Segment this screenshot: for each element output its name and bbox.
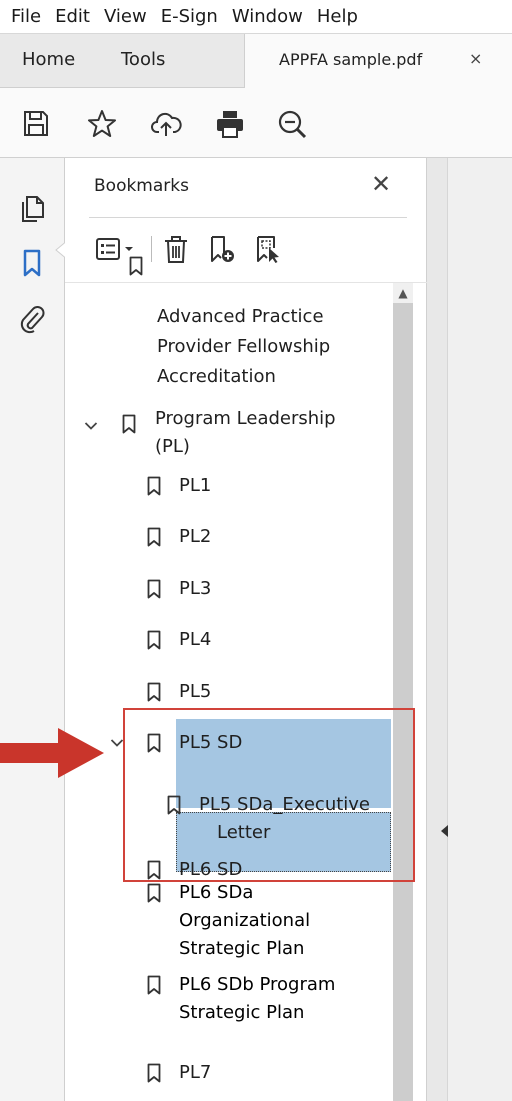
cloud-upload-icon[interactable] [150, 108, 182, 140]
panel-toolbar-divider [65, 282, 427, 283]
attachments-icon[interactable] [18, 304, 46, 334]
bookmark-icon [129, 256, 143, 276]
annotation-arrow-icon [0, 728, 104, 778]
bookmark-icon [147, 630, 161, 650]
bookmarks-icon[interactable] [18, 248, 46, 278]
menu-view[interactable]: View [97, 6, 154, 27]
toolbar-separator [151, 236, 152, 262]
bookmark-label: PL3 [179, 578, 212, 599]
bookmarks-scrollbar[interactable] [393, 283, 413, 1101]
save-icon[interactable] [20, 108, 52, 140]
bookmark-label: PL7 [179, 1062, 212, 1083]
navigation-rail [0, 158, 65, 1101]
bookmark-label: Letter [217, 822, 271, 843]
bookmark-icon [147, 579, 161, 599]
panel-collapse-strip[interactable] [427, 158, 448, 1101]
panel-divider [89, 217, 407, 218]
bookmark-label: Accreditation [157, 366, 276, 387]
zoom-out-icon[interactable] [276, 108, 308, 140]
bookmark-icon [147, 527, 161, 547]
tab-home[interactable]: Home [22, 49, 75, 70]
scroll-up-button[interactable]: ▲ [393, 283, 413, 303]
bookmark-label: PL6 SDb Program [179, 974, 336, 995]
bookmark-label: Advanced Practice [157, 306, 324, 327]
bookmark-label: Strategic Plan [179, 938, 305, 959]
menu-file[interactable]: File [4, 6, 48, 27]
print-icon[interactable] [214, 108, 246, 140]
bookmark-icon [147, 682, 161, 702]
menu-bar: File Edit View E-Sign Window Help [0, 0, 512, 34]
bookmark-icon [147, 1063, 161, 1083]
tab-document[interactable]: APPFA sample.pdf × [244, 34, 512, 88]
bookmark-label: Organizational [179, 910, 311, 931]
bookmark-label: PL1 [179, 475, 212, 496]
panel-close-button[interactable]: ✕ [371, 172, 391, 196]
bookmark-star-icon[interactable] [86, 108, 118, 140]
bookmark-icon [147, 476, 161, 496]
bookmark-label: PL6 SDa [179, 882, 254, 903]
tab-close-button[interactable]: × [469, 49, 482, 68]
bookmark-icon [147, 733, 161, 753]
bookmark-label: (PL) [155, 436, 190, 457]
menu-window[interactable]: Window [225, 6, 310, 27]
chevron-down-icon[interactable] [110, 738, 124, 748]
panel-title: Bookmarks [94, 176, 189, 196]
delete-bookmark-icon[interactable] [161, 234, 191, 264]
main-toolbar [0, 88, 512, 158]
menu-esign[interactable]: E-Sign [154, 6, 225, 27]
page-thumbnails-icon[interactable] [18, 194, 46, 224]
bookmarks-panel: Bookmarks ✕ ▲ Advanced Practice Provider… [65, 158, 427, 1101]
menu-edit[interactable]: Edit [48, 6, 97, 27]
bookmark-icon [147, 883, 161, 903]
bookmark-icon [147, 860, 161, 880]
new-bookmark-icon[interactable] [207, 234, 237, 264]
tab-document-label: APPFA sample.pdf [279, 50, 423, 69]
tab-bar: Home Tools APPFA sample.pdf × [0, 34, 512, 88]
bookmark-label: PL5 SD [179, 732, 243, 753]
tab-tools[interactable]: Tools [121, 49, 165, 70]
bookmark-label: PL2 [179, 526, 212, 547]
bookmark-label: Provider Fellowship [157, 336, 331, 357]
bookmark-label: PL5 [179, 681, 212, 702]
bookmark-label: PL5 SDa_Executive [199, 794, 371, 815]
bookmark-from-selection-icon[interactable] [253, 234, 283, 264]
bookmark-icon [122, 414, 136, 434]
chevron-down-icon[interactable] [84, 421, 98, 431]
menu-help[interactable]: Help [310, 6, 365, 27]
bookmark-icon [167, 795, 181, 815]
bookmark-label: PL4 [179, 629, 212, 650]
collapse-panel-arrow-icon[interactable] [441, 825, 448, 837]
bookmark-icon [147, 975, 161, 995]
bookmark-label: Strategic Plan [179, 1002, 305, 1023]
bookmark-label: Program Leadership [155, 408, 336, 429]
